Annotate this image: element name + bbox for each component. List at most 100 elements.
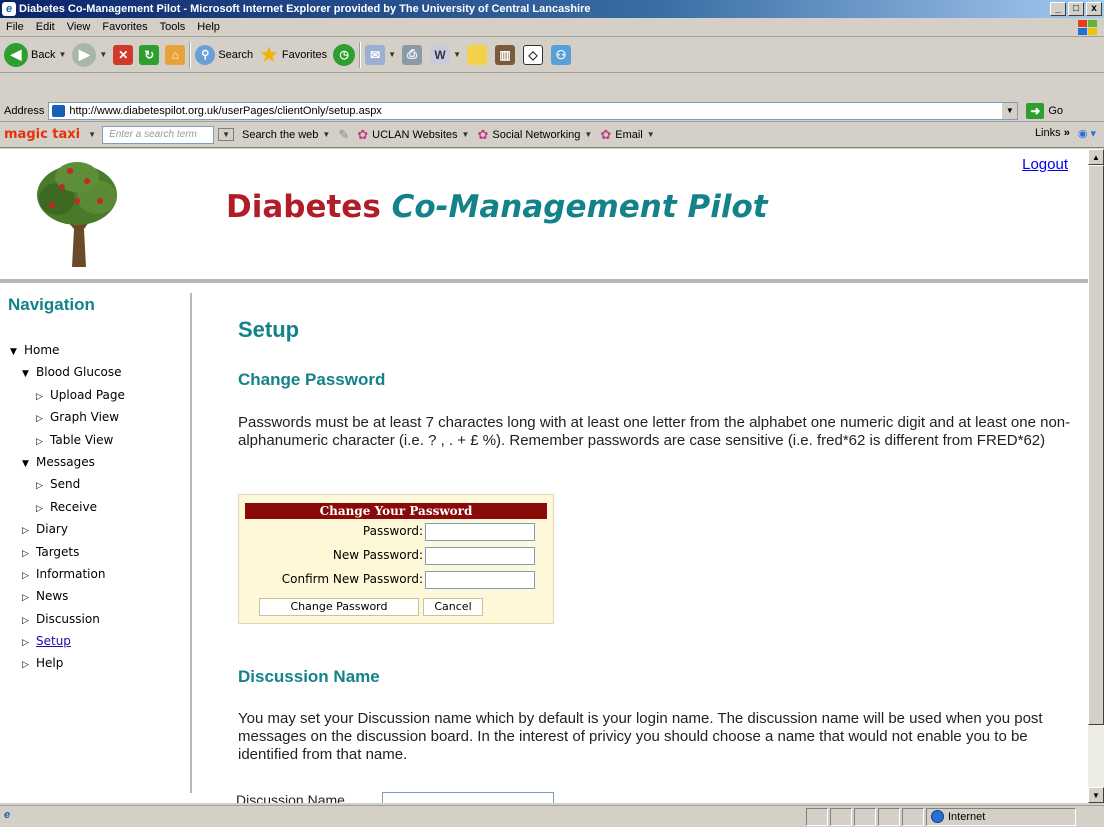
research-icon[interactable]: ▥ <box>495 44 515 65</box>
search-the-web-button[interactable]: Search the web ▼ <box>242 129 330 141</box>
scroll-down-icon[interactable]: ▼ <box>1088 787 1104 803</box>
social-networking-menu[interactable]: ✿ Social Networking ▼ <box>477 127 592 143</box>
close-button[interactable]: x <box>1086 2 1102 16</box>
nav-item-setup[interactable]: ▷ Setup <box>10 630 125 652</box>
page-viewport: Logout Diabetes Co-Management Pilot Navi… <box>0 149 1088 803</box>
edit-button[interactable]: W ▼ <box>430 44 461 65</box>
collapsed-triangle-icon: ▷ <box>36 503 43 514</box>
uclan-label: UCLAN Websites <box>372 128 458 141</box>
nav-item-receive[interactable]: ▷ Receive <box>10 496 125 518</box>
cancel-button[interactable]: Cancel <box>423 598 483 616</box>
nav-label: Upload Page <box>50 387 125 402</box>
nav-item-discussion[interactable]: ▷ Discussion <box>10 608 125 630</box>
change-password-button[interactable]: Change Password <box>259 598 419 616</box>
nav-label: Table View <box>50 432 114 447</box>
tree-logo-icon <box>37 162 117 267</box>
password-input[interactable] <box>425 523 535 541</box>
forward-arrow-icon: ▶ <box>72 42 97 67</box>
navigation-heading: Navigation <box>8 295 95 314</box>
nav-item-diary[interactable]: ▷ Diary <box>10 518 125 540</box>
links-label: Links <box>1034 127 1061 139</box>
discussion-name-text: You may set your Discussion name which b… <box>238 710 1043 763</box>
nav-label: Help <box>36 656 64 671</box>
menu-bar: File Edit View Favorites Tools Help <box>0 18 1104 37</box>
home-icon[interactable]: ⌂ <box>165 44 186 65</box>
back-label: Back <box>31 48 56 61</box>
toolbar-separator <box>189 41 192 68</box>
history-icon[interactable]: ◷ <box>333 43 356 66</box>
menu-edit[interactable]: Edit <box>30 21 61 33</box>
nav-label: Home <box>24 343 60 357</box>
minimize-button[interactable]: _ <box>1050 2 1066 16</box>
discussion-name-input[interactable] <box>382 792 554 803</box>
search-dropdown-icon[interactable]: ▼ <box>218 128 234 141</box>
site-title-comanagement: Co-Management Pilot <box>391 189 768 225</box>
collapsed-triangle-icon: ▷ <box>36 436 43 447</box>
links-button[interactable]: Links » <box>1035 127 1070 140</box>
highlight-icon[interactable]: ✎ <box>338 127 349 143</box>
links-chevron-icon: » <box>1063 127 1070 139</box>
internet-globe-icon <box>931 810 944 823</box>
dropdown-arrow-icon: ▼ <box>461 130 470 139</box>
mail-icon: ✉ <box>365 44 386 65</box>
nav-label: Setup <box>36 634 71 649</box>
messenger-icon[interactable]: ⚇ <box>551 44 571 65</box>
nav-item-targets[interactable]: ▷ Targets <box>10 541 125 563</box>
menu-tools[interactable]: Tools <box>154 21 192 33</box>
menu-file[interactable]: File <box>0 21 30 33</box>
related-links-icon[interactable]: ◇ <box>523 44 543 65</box>
discuss-icon[interactable] <box>467 44 487 65</box>
nav-label: Information <box>36 566 106 581</box>
refresh-icon[interactable]: ↻ <box>139 44 160 65</box>
confirm-password-label: Confirm New Password: <box>281 572 423 586</box>
nav-item-graph-view[interactable]: ▷ Graph View <box>10 406 125 428</box>
back-button[interactable]: ◀ Back ▼ <box>4 42 66 67</box>
scroll-up-icon[interactable]: ▲ <box>1088 149 1104 165</box>
menu-help[interactable]: Help <box>191 21 226 33</box>
vertical-scrollbar[interactable]: ▲ ▼ <box>1088 149 1104 803</box>
search-button[interactable]: ⚲ Search <box>195 44 253 65</box>
address-label: Address <box>4 104 45 117</box>
menu-view[interactable]: View <box>61 21 97 33</box>
print-icon[interactable]: ⎙ <box>402 44 423 65</box>
scroll-thumb[interactable] <box>1088 165 1104 725</box>
nav-item-blood-glucose[interactable]: ▼ Blood Glucose <box>10 361 125 383</box>
logout-link[interactable]: Logout <box>1022 156 1068 173</box>
stop-icon[interactable]: ✕ <box>113 44 134 65</box>
nav-item-table-view[interactable]: ▷ Table View <box>10 429 125 451</box>
nav-item-home[interactable]: ▼ Home <box>10 339 125 361</box>
email-menu[interactable]: ✿ Email ▼ <box>600 127 654 143</box>
page-icon <box>52 104 66 117</box>
nav-label: Messages <box>36 454 95 469</box>
confirm-password-input[interactable] <box>425 571 535 589</box>
dropdown-arrow-icon[interactable]: ▼ <box>88 130 96 139</box>
forward-button[interactable]: ▶ ▼ <box>72 42 107 67</box>
favorites-button[interactable]: ★ Favorites <box>259 42 327 68</box>
address-input[interactable]: http://www.diabetespilot.org.uk/userPage… <box>48 101 1019 120</box>
go-button[interactable]: ➜ Go <box>1026 102 1063 119</box>
nav-item-information[interactable]: ▷ Information <box>10 563 125 585</box>
uclan-websites-menu[interactable]: ✿ UCLAN Websites ▼ <box>357 127 469 143</box>
mail-button[interactable]: ✉ ▼ <box>365 44 396 65</box>
status-cell <box>830 807 852 826</box>
status-cell <box>878 807 900 826</box>
toolbar-options-icon[interactable]: ◉ ▾ <box>1078 127 1096 140</box>
address-url: http://www.diabetespilot.org.uk/userPage… <box>69 104 382 117</box>
standard-toolbar: ◀ Back ▼ ▶ ▼ ✕ ↻ ⌂ ⚲ Search ★ Favorites … <box>0 37 1104 73</box>
nav-item-send[interactable]: ▷ Send <box>10 473 125 495</box>
magic-taxi-logo[interactable]: magic taxi <box>4 127 80 142</box>
new-password-input[interactable] <box>425 547 535 565</box>
dropdown-arrow-icon: ▼ <box>322 130 331 139</box>
nav-label: Blood Glucose <box>36 365 122 380</box>
address-dropdown-icon[interactable]: ▼ <box>1001 102 1018 119</box>
nav-item-messages[interactable]: ▼ Messages <box>10 451 125 473</box>
new-password-row: New Password: <box>245 545 547 567</box>
collapsed-triangle-icon: ▷ <box>36 414 43 425</box>
nav-item-help[interactable]: ▷ Help <box>10 652 125 674</box>
status-cell <box>806 807 828 826</box>
menu-favorites[interactable]: Favorites <box>96 21 153 33</box>
nav-item-news[interactable]: ▷ News <box>10 585 125 607</box>
toolbar-search-input[interactable]: Enter a search term <box>102 125 215 144</box>
maximize-button[interactable]: □ <box>1068 2 1084 16</box>
nav-item-upload-page[interactable]: ▷ Upload Page <box>10 384 125 406</box>
